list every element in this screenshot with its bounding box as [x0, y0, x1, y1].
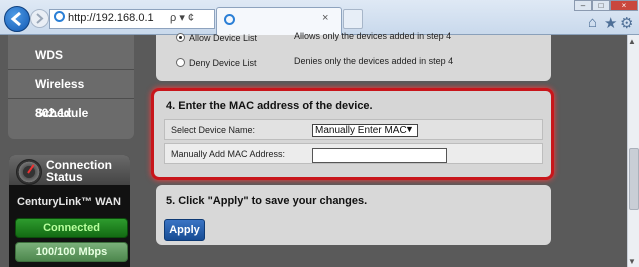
- link-speed-badge: 100/100 Mbps: [15, 242, 128, 262]
- forward-arrow-icon[interactable]: [30, 9, 49, 28]
- deny-device-list-radio[interactable]: [176, 58, 185, 67]
- home-icon[interactable]: ⌂: [588, 14, 597, 31]
- step5-panel: [156, 185, 551, 245]
- settings-gear-icon[interactable]: ⚙: [620, 14, 633, 32]
- deny-device-list-label: Deny Device List: [189, 58, 257, 68]
- back-arrow-icon[interactable]: [4, 6, 30, 32]
- sidebar-item-wireless-schedule[interactable]: Wireless Schedule: [8, 70, 134, 120]
- favorites-star-icon[interactable]: ★: [604, 14, 617, 32]
- minimize-button[interactable]: –: [574, 0, 592, 11]
- step4-title: 4. Enter the MAC address of the device.: [166, 100, 373, 112]
- address-url[interactable]: http://192.168.0.1: [68, 12, 154, 24]
- connection-status-title: Connection Status: [46, 158, 112, 184]
- scroll-down-icon[interactable]: ▼: [628, 257, 636, 266]
- scroll-up-icon[interactable]: ▲: [628, 37, 636, 46]
- select-device-label: Select Device Name:: [171, 125, 256, 135]
- close-window-button[interactable]: ×: [610, 0, 638, 11]
- scrollbar-thumb[interactable]: [629, 148, 639, 210]
- allow-device-list-radio[interactable]: [176, 33, 185, 42]
- chevron-down-icon[interactable]: ▼: [405, 124, 414, 134]
- wan-label: CenturyLink™ WAN: [17, 196, 121, 208]
- mac-address-label: Manually Add MAC Address:: [171, 149, 286, 159]
- tab-close-icon[interactable]: ×: [322, 12, 328, 24]
- apply-button[interactable]: Apply: [164, 219, 205, 241]
- connected-status-badge: Connected: [15, 218, 128, 238]
- new-tab-button[interactable]: [343, 9, 363, 29]
- mac-address-input[interactable]: [312, 148, 447, 163]
- tab-ie-icon: [224, 14, 235, 25]
- device-name-select[interactable]: Manually Enter MAC: [312, 124, 418, 137]
- allow-device-list-description: Allows only the devices added in step 4: [294, 31, 452, 41]
- step5-title: 5. Click "Apply" to save your changes.: [166, 195, 368, 207]
- sidebar-item-8021x[interactable]: 802.1x: [8, 99, 134, 128]
- window-controls: – □ ×: [574, 0, 638, 12]
- search-refresh-controls[interactable]: ρ ▾ ¢: [170, 11, 194, 24]
- maximize-button[interactable]: □: [592, 0, 610, 11]
- ie-logo-icon: [54, 11, 65, 22]
- sidebar-item-wds[interactable]: WDS: [8, 41, 134, 70]
- allow-device-list-label: Allow Device List: [189, 33, 258, 43]
- deny-device-list-description: Denies only the devices added in step 4: [294, 56, 454, 66]
